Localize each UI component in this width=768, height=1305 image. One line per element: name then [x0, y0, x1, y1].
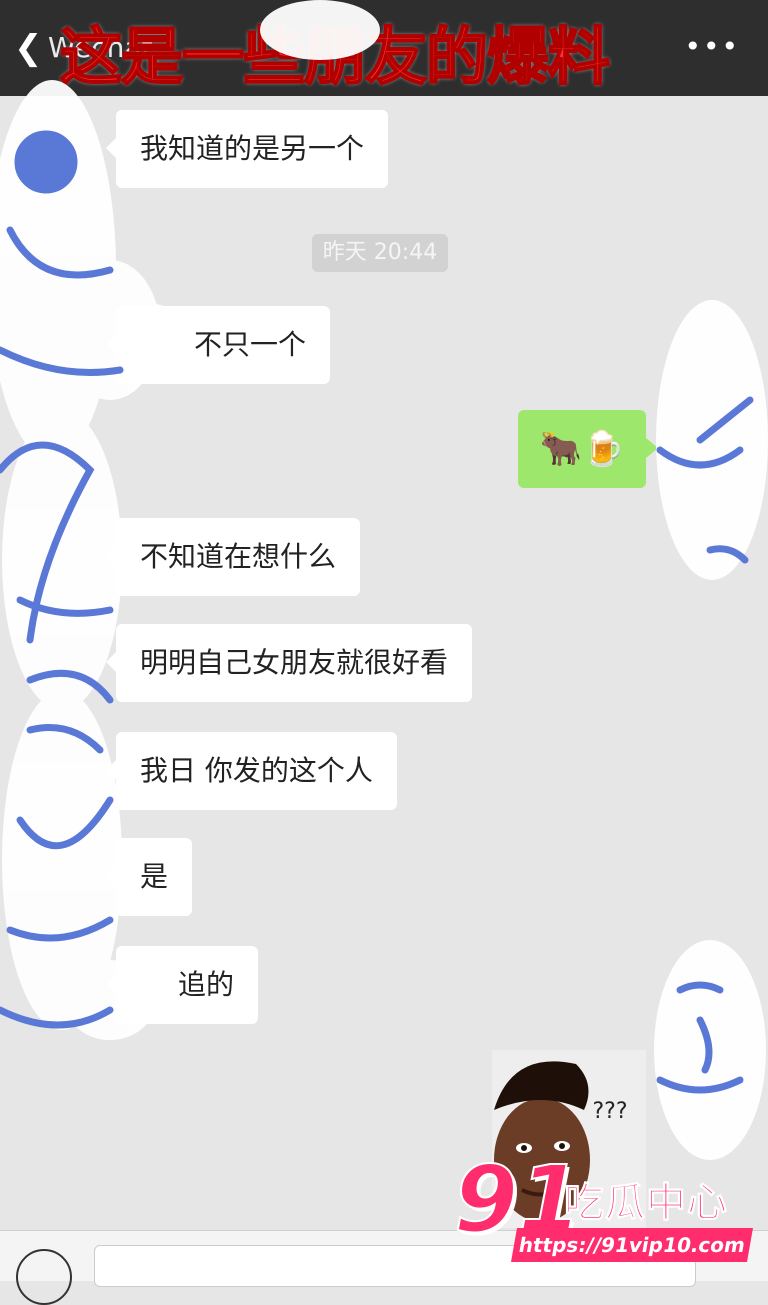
message-text: 不知道在想什么 [140, 540, 337, 573]
chevron-left-icon[interactable]: ❮ [14, 28, 43, 68]
message-text: 明明自己女朋友就很好看 [140, 646, 449, 679]
message-bubble: 是 [105, 838, 193, 916]
message-text: 追的 [178, 968, 235, 1001]
voice-icon[interactable] [16, 1249, 72, 1305]
watermark-name: 吃瓜中心 [564, 1180, 728, 1227]
message-text: 我知道的是另一个 [140, 132, 365, 165]
my-message-bubble: 🐂🍺 [518, 410, 658, 488]
watermark: 91 吃瓜中心 https://91vip10.com [453, 1149, 754, 1270]
message-bubble: 追的 [105, 946, 259, 1024]
message-bubble: 不知道在想什么 [105, 518, 361, 596]
message-text: 不只一个 [194, 328, 307, 361]
sticker-text: ??? [592, 1099, 627, 1124]
message-bubble: 不只一个 [105, 306, 331, 384]
message-text: 是 [140, 860, 169, 893]
emoji-message: 🐂🍺 [539, 429, 625, 469]
message-bubble: 明明自己女朋友就很好看 [105, 624, 473, 702]
message-bubble: 我日 你发的这个人 [106, 732, 397, 810]
timestamp: 昨天 20:44 [312, 234, 448, 272]
message-text: 我日 你发的这个人 [140, 754, 373, 787]
overlay-title: 这是一些朋友的爆料 [59, 19, 611, 94]
watermark-url: https://91vip10.com [511, 1228, 753, 1262]
message-bubble: 我知道的是另一个 [105, 110, 389, 188]
